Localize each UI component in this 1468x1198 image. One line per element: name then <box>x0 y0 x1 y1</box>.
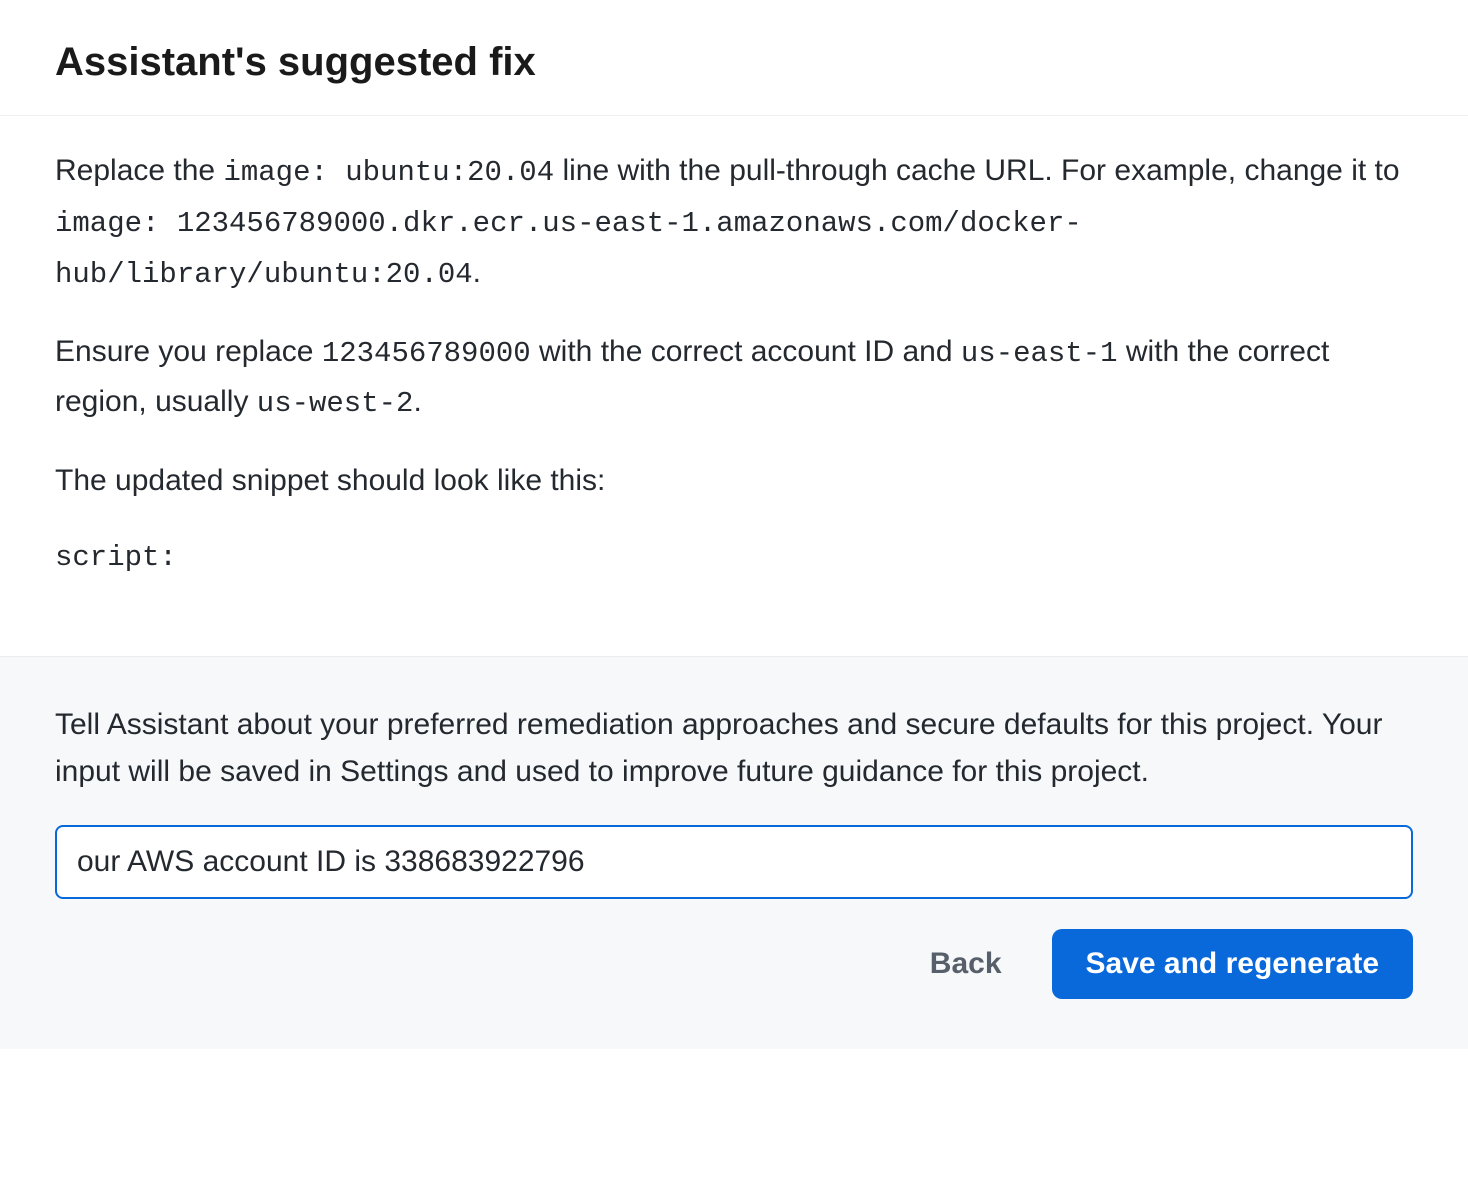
fix-content: Replace the image: ubuntu:20.04 line wit… <box>0 116 1468 656</box>
fix-paragraph-3: The updated snippet should look like thi… <box>55 456 1413 506</box>
save-regenerate-button[interactable]: Save and regenerate <box>1052 929 1413 999</box>
fix-paragraph-2: Ensure you replace 123456789000 with the… <box>55 327 1413 429</box>
panel-title: Assistant's suggested fix <box>55 40 1413 85</box>
text-fragment: Replace the <box>55 154 223 187</box>
inline-code: image: 123456789000.dkr.ecr.us-east-1.am… <box>55 207 1082 291</box>
inline-code: image: ubuntu:20.04 <box>223 156 554 189</box>
feedback-prompt: Tell Assistant about your preferred reme… <box>55 702 1413 795</box>
feedback-input[interactable] <box>55 825 1413 899</box>
feedback-footer: Tell Assistant about your preferred reme… <box>0 656 1468 1049</box>
text-fragment: with the correct account ID and <box>531 335 961 368</box>
fix-paragraph-1: Replace the image: ubuntu:20.04 line wit… <box>55 146 1413 299</box>
action-row: Back Save and regenerate <box>55 929 1413 999</box>
back-button[interactable]: Back <box>920 933 1012 995</box>
text-fragment: Ensure you replace <box>55 335 322 368</box>
text-fragment: . <box>413 385 421 418</box>
text-fragment: . <box>473 256 481 289</box>
suggested-fix-panel: Assistant's suggested fix Replace the im… <box>0 0 1468 1198</box>
code-block: script: <box>55 534 1413 582</box>
panel-header: Assistant's suggested fix <box>0 0 1468 116</box>
feedback-input-wrap <box>55 825 1413 899</box>
inline-code: us-east-1 <box>961 337 1118 370</box>
text-fragment: line with the pull-through cache URL. Fo… <box>554 154 1399 187</box>
inline-code: 123456789000 <box>322 337 531 370</box>
inline-code: us-west-2 <box>257 387 414 420</box>
